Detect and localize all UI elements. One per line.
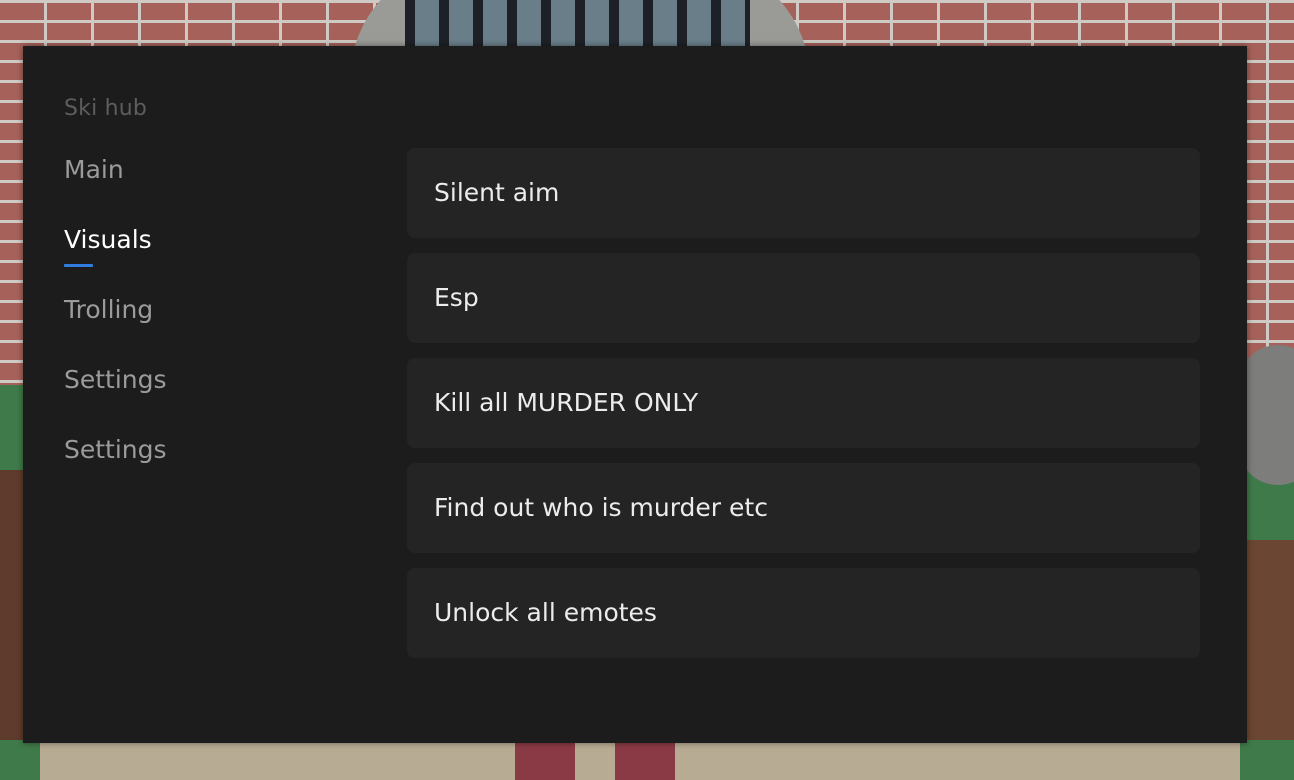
wooden-fence-left <box>0 470 24 740</box>
tab-settings[interactable]: Settings <box>64 365 167 395</box>
hub-window: Ski hub Main Visuals Trolling Settings S… <box>23 46 1247 743</box>
tab-main[interactable]: Main <box>64 155 124 185</box>
tab-settings-2[interactable]: Settings <box>64 435 167 465</box>
esp-button[interactable]: Esp <box>407 253 1200 343</box>
carpet-strip <box>515 740 575 780</box>
active-tab-indicator <box>64 264 93 267</box>
unlock-emotes-button[interactable]: Unlock all emotes <box>407 568 1200 658</box>
option-label: Find out who is murder etc <box>434 493 768 522</box>
option-label: Kill all MURDER ONLY <box>434 388 699 417</box>
option-label: Silent aim <box>434 178 560 207</box>
game-viewport: Ski hub Main Visuals Trolling Settings S… <box>0 0 1294 780</box>
option-label: Esp <box>434 283 479 312</box>
option-label: Unlock all emotes <box>434 598 657 627</box>
silent-aim-button[interactable]: Silent aim <box>407 148 1200 238</box>
find-murderer-button[interactable]: Find out who is murder etc <box>407 463 1200 553</box>
hub-title: Ski hub <box>64 96 148 121</box>
tab-trolling[interactable]: Trolling <box>64 295 153 325</box>
tab-visuals[interactable]: Visuals <box>64 225 152 255</box>
carpet-strip <box>615 740 675 780</box>
wooden-fence-right <box>1246 540 1294 740</box>
kill-all-button[interactable]: Kill all MURDER ONLY <box>407 358 1200 448</box>
